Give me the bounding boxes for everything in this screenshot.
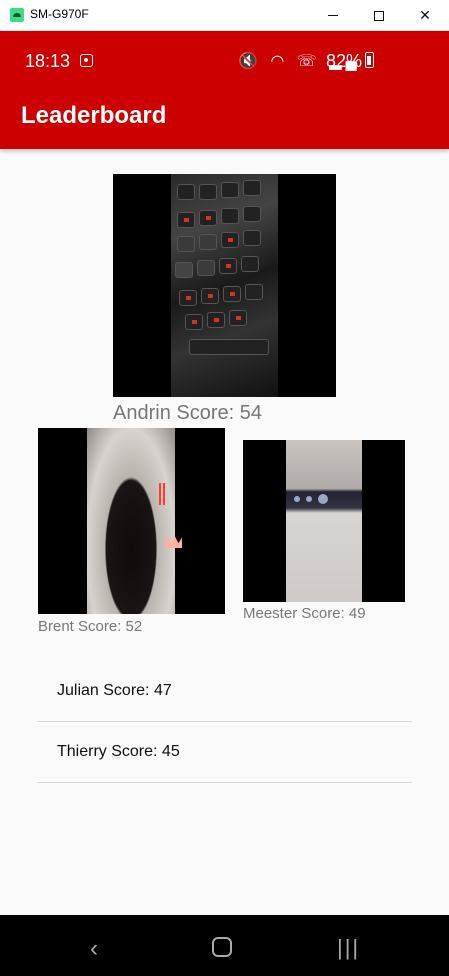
page-title: Leaderboard: [21, 102, 167, 129]
podium-photo-first[interactable]: [113, 174, 336, 397]
keyboard-key: [199, 184, 217, 200]
home-icon[interactable]: [212, 937, 232, 957]
podium-caption-first: Andrin Score: 54: [113, 402, 262, 424]
recent-apps-icon[interactable]: |||: [337, 935, 360, 961]
navigation-bar: ‹ |||: [0, 915, 449, 976]
keyboard-key: [219, 258, 237, 274]
keyboard-key: [175, 262, 193, 278]
minimize-icon: [328, 15, 338, 16]
android-app-icon: [10, 8, 24, 22]
podium-caption-second: Brent Score: 52: [38, 618, 143, 635]
list-item-label: Julian Score: 47: [57, 682, 172, 699]
keyboard-key: [207, 312, 225, 328]
podium-caption-third: Meester Score: 49: [243, 605, 366, 622]
close-icon: ✕: [419, 7, 431, 23]
keyboard-key: [243, 206, 261, 222]
remote-button: [294, 496, 300, 502]
list-item-label: Thierry Score: 45: [57, 743, 180, 760]
podium-photo-second[interactable]: [38, 428, 225, 614]
keyboard-key: [179, 290, 197, 306]
status-bar: 18:13 🔇 ◠ ☏ ▂▄ 82%: [0, 31, 449, 89]
keyboard-key: [177, 212, 195, 228]
mouse-glow: [159, 483, 165, 505]
keyboard-spacebar: [189, 339, 269, 355]
remote-photo: [286, 440, 362, 602]
emulator-title-bar: SM-G970F ✕: [0, 0, 449, 31]
remote-button: [306, 496, 312, 502]
mouse-photo: [87, 428, 182, 614]
podium-photo-third[interactable]: [243, 440, 405, 602]
keyboard-key: [177, 184, 195, 200]
list-item[interactable]: Julian Score: 47: [37, 661, 412, 722]
battery-percentage: 82%: [326, 51, 363, 71]
maximize-button[interactable]: [356, 0, 402, 31]
keyboard-key: [221, 208, 239, 224]
minimize-button[interactable]: [310, 0, 356, 31]
mouse-logo: [164, 536, 182, 548]
keyboard-key: [243, 230, 261, 246]
keyboard-key: [229, 310, 247, 326]
keyboard-key: [243, 180, 261, 196]
keyboard-key: [177, 236, 195, 252]
keyboard-key: [241, 256, 259, 272]
keyboard-photo: [171, 174, 278, 397]
keyboard-key: [199, 234, 217, 250]
keyboard-key: [221, 182, 239, 198]
back-icon[interactable]: ‹: [90, 935, 98, 963]
keyboard-key: [223, 286, 241, 302]
app-bar: Leaderboard: [0, 89, 449, 149]
screen-record-icon: [80, 54, 93, 67]
status-time: 18:13: [25, 51, 71, 71]
keyboard-key: [245, 284, 263, 300]
close-button[interactable]: ✕: [402, 0, 448, 31]
maximize-icon: [374, 10, 384, 21]
keyboard-key: [221, 232, 239, 248]
keyboard-key: [197, 260, 215, 276]
list-item[interactable]: Thierry Score: 45: [37, 722, 412, 783]
keyboard-key: [185, 314, 203, 330]
battery-icon: [365, 52, 374, 68]
keyboard-key: [199, 210, 217, 226]
remote-button: [318, 494, 328, 504]
keyboard-key: [201, 288, 219, 304]
window-title: SM-G970F: [30, 7, 89, 21]
